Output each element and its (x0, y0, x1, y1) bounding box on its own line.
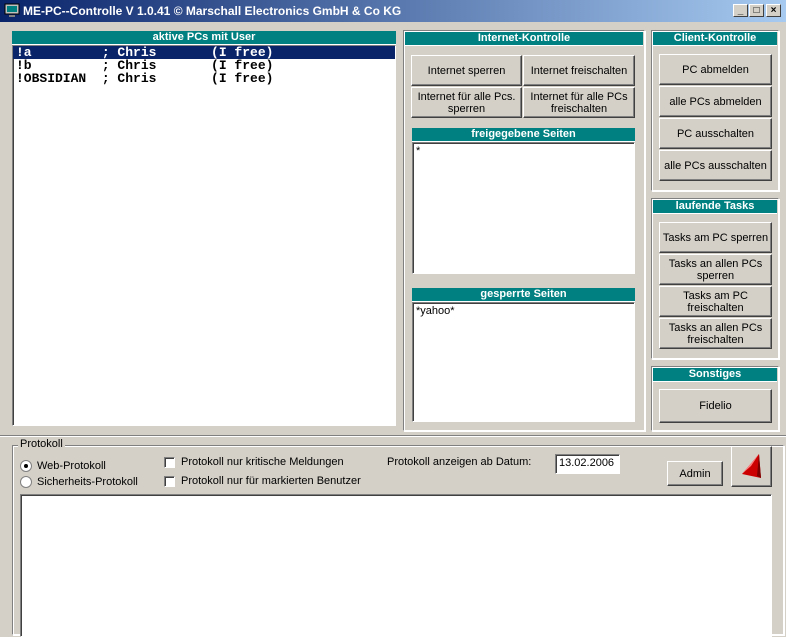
close-button[interactable]: × (766, 4, 781, 17)
pc-row[interactable]: !OBSIDIAN ; Chris (I free) (13, 72, 395, 85)
marked-user-checkbox[interactable] (164, 476, 175, 487)
tasks-lock-pc-button[interactable]: Tasks am PC sperren (659, 222, 772, 253)
tasks-unlock-pc-button[interactable]: Tasks am PC freischalten (659, 286, 772, 317)
logo-button[interactable] (731, 446, 772, 487)
critical-only-label[interactable]: Protokoll nur kritische Meldungen (181, 456, 344, 468)
maximize-button[interactable]: □ (749, 4, 764, 17)
critical-only-checkbox[interactable] (164, 457, 175, 468)
pc-shutdown-button[interactable]: PC ausschalten (659, 118, 772, 149)
pcs-header: aktive PCs mit User (12, 31, 396, 45)
protokoll-legend: Protokoll (18, 438, 65, 450)
date-label: Protokoll anzeigen ab Datum: (387, 456, 532, 468)
client-header: Client-Kontrolle (653, 32, 777, 46)
date-field[interactable]: 13.02.2006 (555, 454, 620, 474)
tasks-lock-all-button[interactable]: Tasks an allen PCs sperren (659, 254, 772, 285)
protocol-log-area[interactable] (20, 494, 772, 637)
admin-button[interactable]: Admin (667, 461, 723, 486)
web-protocol-radio[interactable] (20, 460, 32, 472)
marschall-logo-icon (741, 453, 761, 478)
blocked-pages-header: gesperrte Seiten (412, 288, 635, 302)
fidelio-button[interactable]: Fidelio (659, 389, 772, 423)
internet-unblock-button[interactable]: Internet freischalten (523, 55, 635, 86)
free-pages-header: freigegebene Seiten (412, 128, 635, 142)
tasks-unlock-all-button[interactable]: Tasks an allen PCs freischalten (659, 318, 772, 349)
misc-header: Sonstiges (653, 368, 777, 382)
blocked-page-item[interactable]: *yahoo* (416, 305, 631, 317)
blocked-pages-list[interactable]: *yahoo* (412, 302, 635, 422)
internet-unblock-all-button[interactable]: Internet für alle PCs freischalten (523, 87, 635, 118)
pc-logout-button[interactable]: PC abmelden (659, 54, 772, 85)
security-protocol-radio[interactable] (20, 476, 32, 488)
app-icon (4, 3, 20, 17)
marked-user-label[interactable]: Protokoll nur für markierten Benutzer (181, 475, 361, 487)
internet-block-button[interactable]: Internet sperren (411, 55, 522, 86)
free-pages-list[interactable]: * (412, 142, 635, 274)
separator (0, 435, 786, 437)
tasks-header: laufende Tasks (653, 200, 777, 214)
radio-dot (24, 464, 28, 468)
all-pcs-logout-button[interactable]: alle PCs abmelden (659, 86, 772, 117)
minimize-button[interactable]: _ (733, 4, 748, 17)
web-protocol-label[interactable]: Web-Protokoll (37, 460, 106, 472)
window-title: ME-PC--Controlle V 1.0.41 © Marschall El… (23, 4, 402, 18)
all-pcs-shutdown-button[interactable]: alle PCs ausschalten (659, 150, 772, 181)
free-page-item[interactable]: * (416, 145, 631, 157)
pcs-list[interactable]: !a ; Chris (I free) !b ; Chris (I free) … (12, 45, 396, 426)
security-protocol-label[interactable]: Sicherheits-Protokoll (37, 476, 138, 488)
internet-header: Internet-Kontrolle (405, 32, 643, 46)
internet-block-all-button[interactable]: Internet für alle Pcs. sperren (411, 87, 522, 118)
